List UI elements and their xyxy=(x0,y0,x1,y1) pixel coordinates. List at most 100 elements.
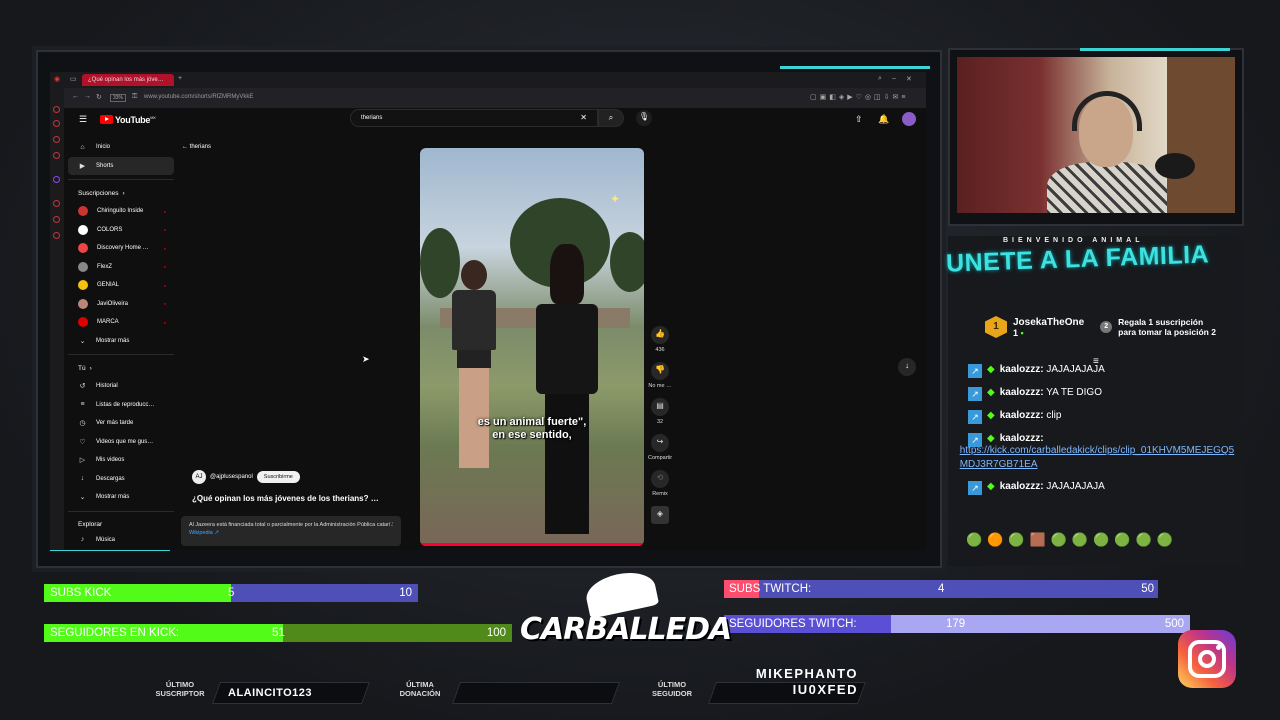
subscription-label: FlexZ xyxy=(97,263,112,270)
you-item[interactable]: ▷ Mis videos xyxy=(68,451,174,470)
browser-sidebar xyxy=(50,88,64,550)
chat-message: ↗ ◆ kaalozzz: clip xyxy=(968,410,1236,424)
url-text[interactable]: www.youtube.com/shorts/RfZMRMyVkkE xyxy=(144,94,253,100)
back-to-search[interactable]: ← therians xyxy=(182,144,211,150)
caption-line: en ese sentido, xyxy=(492,429,572,441)
subscription-item[interactable]: FlexZ ● xyxy=(68,258,174,277)
show-more-subs[interactable]: ⌄ Mostrar más xyxy=(68,332,174,351)
subscription-item[interactable]: Discovery Home … ● xyxy=(68,239,174,258)
bar-label: SUBS KICK xyxy=(50,587,112,599)
live-dot-icon: ● xyxy=(163,301,166,307)
youtube-logo[interactable]: YouTubeMX xyxy=(100,115,156,125)
chevron-right-icon: › xyxy=(89,364,92,372)
headset-shape xyxy=(1072,91,1142,131)
forward-icon[interactable]: → xyxy=(84,93,91,100)
reload-icon[interactable]: ↻ xyxy=(96,93,102,101)
channel-name[interactable]: @ajplusespanol xyxy=(210,474,253,480)
sidebar-app-icon[interactable] xyxy=(53,200,60,207)
subscription-item[interactable]: Chiringuito Inside ● xyxy=(68,202,174,221)
nav-music[interactable]: ♪ Música xyxy=(68,534,174,546)
sidebar-app-icon[interactable] xyxy=(53,136,60,143)
sidebar-app-icon[interactable] xyxy=(53,152,60,159)
sidebar-app-icon[interactable] xyxy=(53,106,60,113)
chat-link[interactable]: https://kick.com/carballedakick/clips/cl… xyxy=(960,444,1236,472)
audio-thumbnail[interactable]: ◈ xyxy=(648,506,672,524)
sidebar-app-icon[interactable] xyxy=(53,216,60,223)
tab-active[interactable]: ¿Qué opinan los más jóve… xyxy=(82,74,174,86)
wikipedia-link[interactable]: Wikipedia ↗ xyxy=(189,530,219,536)
bell-icon[interactable]: 🔔 xyxy=(878,114,889,125)
you-item[interactable]: ↓ Descargas xyxy=(68,470,174,489)
you-item[interactable]: ≡ Listas de reproducc… xyxy=(68,396,174,415)
microphone-shape xyxy=(1155,153,1195,179)
account-avatar[interactable] xyxy=(902,112,916,126)
minimize-icon[interactable]: – xyxy=(892,75,896,82)
nav-item-icon: ◷ xyxy=(79,420,86,428)
bar-current: 4 xyxy=(938,583,945,595)
nav-home[interactable]: ⌂ Inicio xyxy=(68,138,174,157)
extension-icons[interactable]: ▢▣◧◈▶♡◎◫⇩✉≡ xyxy=(810,93,908,101)
kick-badge-icon: ↗ xyxy=(968,387,982,401)
lock-icon: ⚿ xyxy=(132,93,138,100)
nav-item-icon: ⌄ xyxy=(79,494,86,502)
chat-username[interactable]: kaalozzz: xyxy=(1000,364,1044,375)
comments-button[interactable]: ▤ 32 xyxy=(648,398,672,425)
close-window-icon[interactable]: ✕ xyxy=(906,75,912,83)
sidebar-app-icon[interactable] xyxy=(53,120,60,127)
subscriptions-header[interactable]: Suscripciones › xyxy=(68,184,174,202)
you-item[interactable]: ↺ Historial xyxy=(68,377,174,396)
chat-messages: ↗ ◆ kaalozzz: JAJAJAJAJA ↗ ◆ kaalozzz: YA TE … xyxy=(960,364,1236,504)
chat-username[interactable]: kaalozzz: xyxy=(1000,387,1044,398)
search-tabs-icon[interactable]: ⌕ xyxy=(878,75,882,83)
person-woman xyxy=(448,260,500,500)
you-item-label: Mostrar más xyxy=(96,494,130,501)
share-button[interactable]: ↪ Compartir xyxy=(648,434,672,461)
zoom-badge[interactable]: 33% xyxy=(110,94,127,102)
video-progress-bar[interactable] xyxy=(420,543,644,546)
you-item[interactable]: ⌄ Mostrar más xyxy=(68,488,174,507)
short-actions: 👍 436 👎 No me … ▤ 32 ↪ Compartir ⟲ Remix ◈ xyxy=(648,326,672,533)
like-button[interactable]: 👍 436 xyxy=(648,326,672,353)
remix-button[interactable]: ⟲ Remix xyxy=(648,470,672,497)
thumbs-down-icon: 👎 xyxy=(651,362,669,380)
channel-avatar[interactable]: AJ xyxy=(192,470,206,484)
you-item[interactable]: ◷ Ver más tarde xyxy=(68,414,174,433)
next-short-button[interactable]: ↓ xyxy=(898,358,916,376)
dislike-button[interactable]: 👎 No me … xyxy=(648,362,672,389)
you-item[interactable]: ♡ Videos que me gus… xyxy=(68,433,174,452)
subscription-item[interactable]: MARCA ● xyxy=(68,313,174,332)
subscription-label: MARCA xyxy=(97,319,119,326)
new-tab-icon[interactable]: + xyxy=(178,75,182,82)
back-icon[interactable]: ← xyxy=(72,93,79,100)
chat-username[interactable]: kaalozzz: xyxy=(1000,481,1044,492)
short-title[interactable]: ¿Qué opinan los más jóvenes de los theri… xyxy=(192,494,379,503)
sidebar-app-icon[interactable] xyxy=(53,232,60,239)
bar-current: 51 xyxy=(272,627,285,639)
chat-username[interactable]: kaalozzz: xyxy=(1000,433,1044,444)
nav-shorts[interactable]: ▶ Shorts xyxy=(68,156,174,175)
more-options-icon[interactable]: ⋮ xyxy=(390,521,396,529)
bar-goal: 50 xyxy=(1141,583,1154,595)
tabs-icon[interactable]: ▭ xyxy=(70,75,77,83)
short-video[interactable]: ✦ es un animal fuerte", en ese sentido, xyxy=(420,148,644,546)
sidebar-app-icon[interactable] xyxy=(53,176,60,183)
bar-goal: 10 xyxy=(399,587,412,599)
subscription-item[interactable]: COLORS ● xyxy=(68,221,174,240)
subscription-item[interactable]: JaviOliveira ● xyxy=(68,295,174,314)
search-button[interactable]: ⌕ xyxy=(598,109,624,127)
subscribe-button[interactable]: Suscribirme xyxy=(256,471,300,483)
mouse-cursor-icon: ➤ xyxy=(362,354,370,364)
voice-search-button[interactable]: 🎙 xyxy=(636,110,652,126)
share-label: Compartir xyxy=(648,455,673,461)
clear-search-icon[interactable]: ✕ xyxy=(580,113,587,122)
subscription-item[interactable]: GENIAL ● xyxy=(68,276,174,295)
hamburger-menu-icon[interactable]: ☰ xyxy=(79,114,87,125)
chat-username[interactable]: kaalozzz: xyxy=(1000,410,1044,421)
last-follower-value: MIKEPHANTO IU0XFED xyxy=(755,666,858,697)
you-header[interactable]: Tú › xyxy=(68,359,174,377)
search-input[interactable]: therians ✕ xyxy=(350,109,598,127)
diamond-badge-icon: ◆ xyxy=(987,387,995,398)
sparkle-icon: ✦ xyxy=(610,192,621,206)
webcam-feed xyxy=(957,57,1235,213)
upload-icon[interactable]: ⇧ xyxy=(855,114,863,125)
